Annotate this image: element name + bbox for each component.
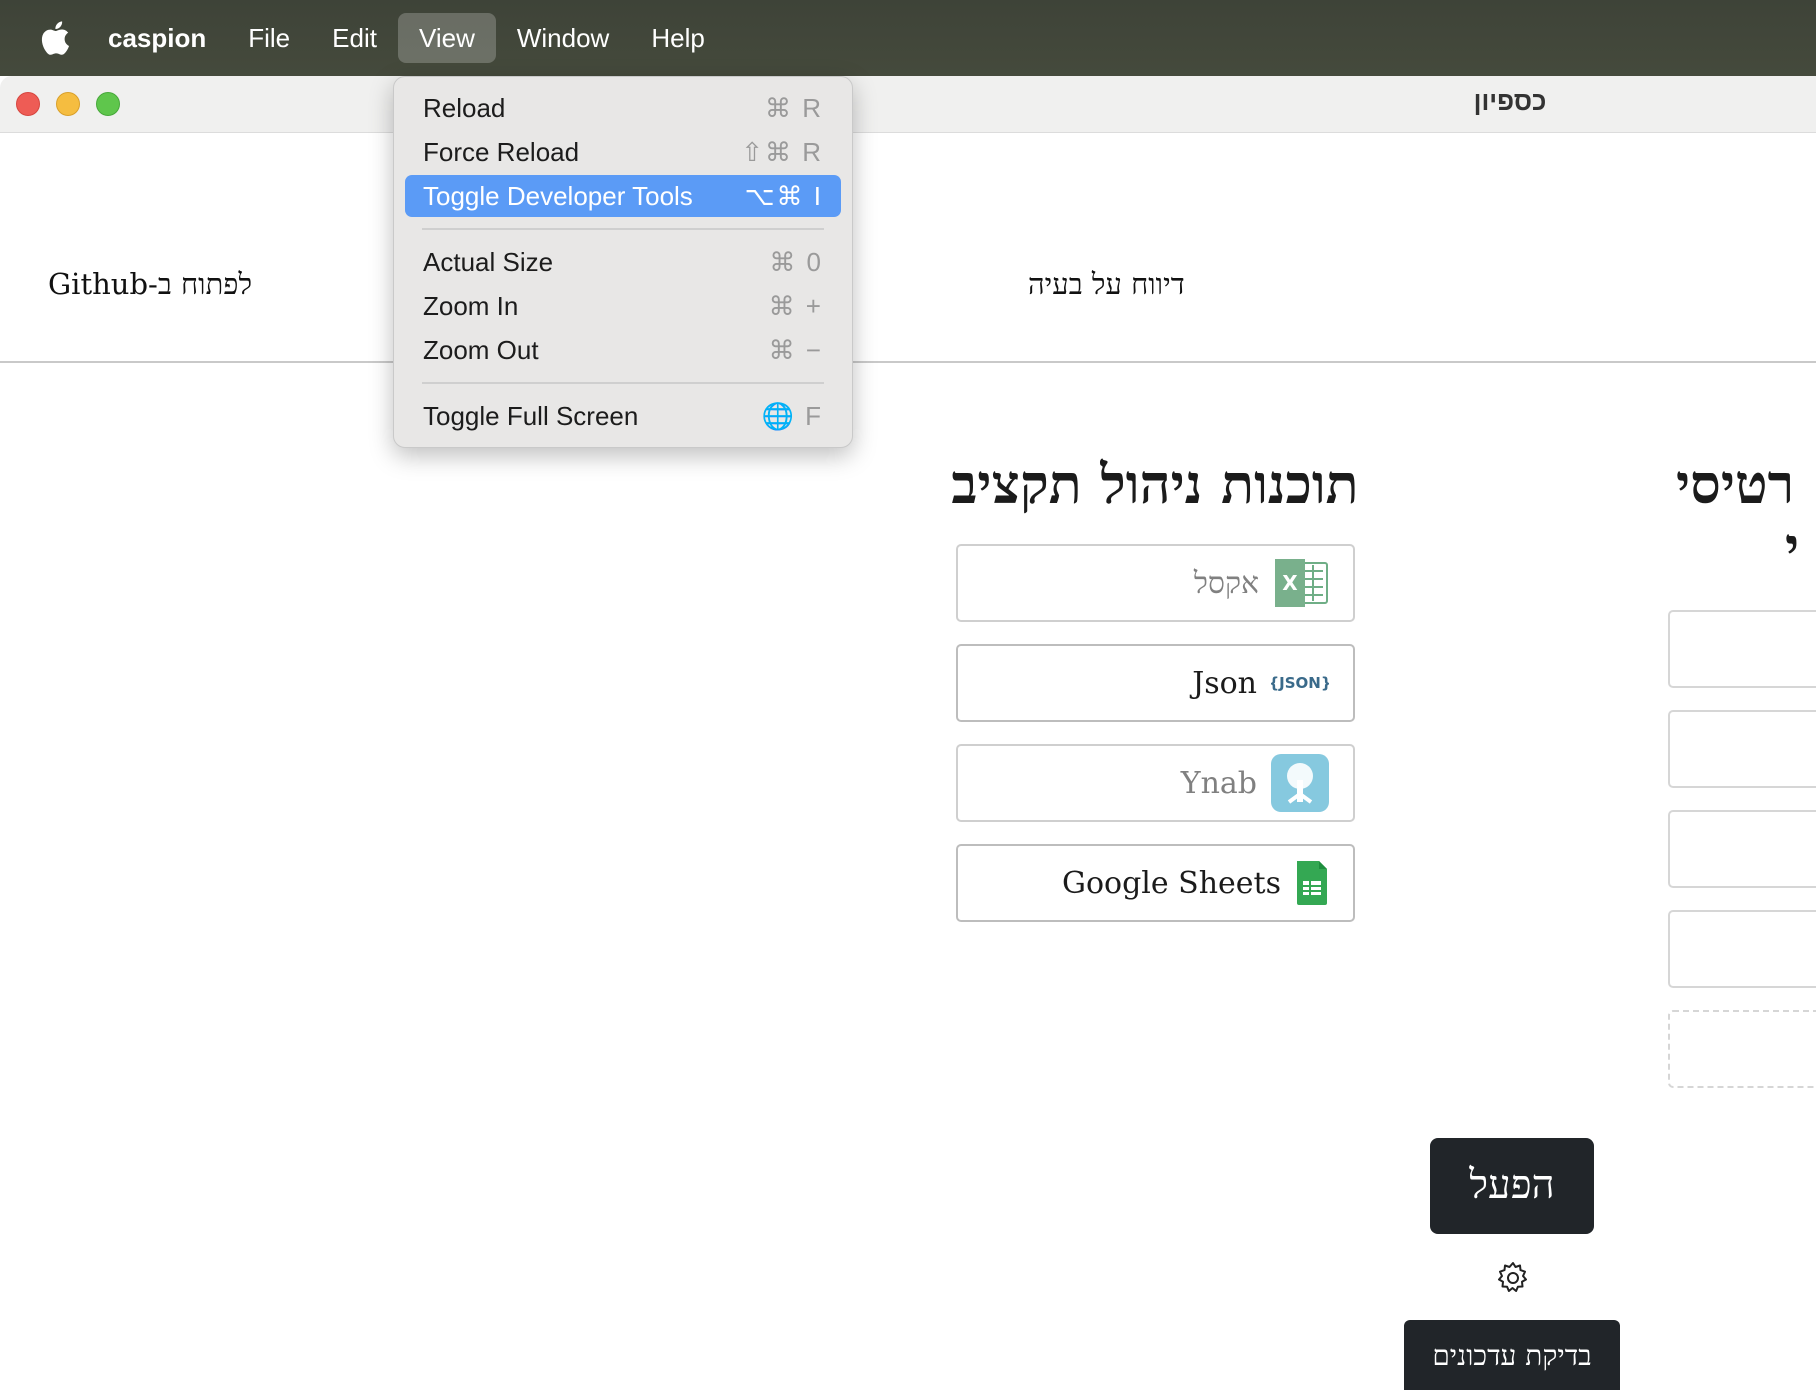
account-card[interactable] xyxy=(1668,610,1816,688)
accounts-title: רטיסי xyxy=(1676,452,1795,516)
check-updates-button[interactable]: בדיקת עדכונים xyxy=(1404,1320,1620,1390)
apple-logo-icon[interactable] xyxy=(40,21,70,55)
open-github-link[interactable]: לפתוח ב-Github xyxy=(48,267,252,302)
menu-separator xyxy=(422,228,824,230)
menu-item-shortcut: ⌥⌘ I xyxy=(744,181,823,211)
exporter-option-excel[interactable]: אקסל X xyxy=(956,544,1355,622)
menu-item-shortcut: 🌐 F xyxy=(761,401,823,431)
menu-item-label: Toggle Developer Tools xyxy=(423,181,693,211)
menu-file[interactable]: File xyxy=(227,13,311,63)
budget-software-title: תוכנות ניהול תקציב xyxy=(951,452,1359,516)
top-navigation: לפתוח ב-Github דיווח על בעיה xyxy=(0,133,1816,363)
view-menu-dropdown: Reload ⌘ R Force Reload ⇧⌘ R Toggle Deve… xyxy=(393,76,853,448)
menu-help[interactable]: Help xyxy=(630,13,725,63)
menu-item-label: Zoom Out xyxy=(423,335,539,365)
menu-item-reload[interactable]: Reload ⌘ R xyxy=(405,87,841,129)
excel-icon: X xyxy=(1273,557,1329,609)
menu-item-shortcut: ⌘ − xyxy=(768,335,823,365)
menu-item-label: Toggle Full Screen xyxy=(423,401,639,431)
exporter-label: אקסל xyxy=(1193,565,1259,601)
exporter-label: Json xyxy=(1192,665,1257,701)
ynab-icon xyxy=(1271,754,1329,812)
menu-item-shortcut: ⇧⌘ R xyxy=(741,137,823,167)
menu-app-caspion[interactable]: caspion xyxy=(108,13,227,63)
add-account-card[interactable] xyxy=(1668,1010,1816,1088)
exporter-label: Ynab xyxy=(1180,765,1257,801)
menu-item-label: Actual Size xyxy=(423,247,554,277)
exporter-option-json[interactable]: Json {JSON} xyxy=(956,644,1355,722)
svg-text:{JSON}: {JSON} xyxy=(1271,674,1329,692)
menu-item-zoom-out[interactable]: Zoom Out ⌘ − xyxy=(405,329,841,371)
google-sheets-icon xyxy=(1295,861,1329,905)
menu-item-shortcut: ⌘ 0 xyxy=(769,247,823,277)
menu-item-shortcut: ⌘ + xyxy=(768,291,823,321)
svg-text:X: X xyxy=(1282,571,1298,595)
menu-item-label: Reload xyxy=(423,93,506,123)
menu-item-shortcut: ⌘ R xyxy=(765,93,823,123)
account-card[interactable] xyxy=(1668,810,1816,888)
accounts-title-line2: י xyxy=(1785,515,1800,579)
menu-separator xyxy=(422,382,824,384)
menu-item-label: Force Reload xyxy=(423,137,580,167)
json-icon: {JSON} xyxy=(1271,670,1329,696)
menu-item-label: Zoom In xyxy=(423,291,519,321)
menu-item-zoom-in[interactable]: Zoom In ⌘ + xyxy=(405,285,841,327)
menu-item-actual-size[interactable]: Actual Size ⌘ 0 xyxy=(405,241,841,283)
run-button[interactable]: הפעל xyxy=(1430,1138,1594,1234)
window-title: כספיון xyxy=(1473,86,1547,116)
exporter-option-google-sheets[interactable]: Google Sheets xyxy=(956,844,1355,922)
title-bar: כספיון xyxy=(0,76,1816,133)
zoom-window-button[interactable] xyxy=(96,92,120,116)
close-window-button[interactable] xyxy=(16,92,40,116)
minimize-window-button[interactable] xyxy=(56,92,80,116)
report-issue-link[interactable]: דיווח על בעיה xyxy=(1028,267,1185,302)
menu-item-toggle-developer-tools[interactable]: Toggle Developer Tools ⌥⌘ I xyxy=(405,175,841,217)
account-card[interactable] xyxy=(1668,710,1816,788)
menu-view[interactable]: View xyxy=(397,13,496,63)
menu-bar: caspion File Edit View Window Help xyxy=(0,0,1816,76)
menu-window[interactable]: Window xyxy=(496,13,630,63)
menu-edit[interactable]: Edit xyxy=(311,13,398,63)
exporter-label: Google Sheets xyxy=(1061,865,1281,901)
menu-item-toggle-full-screen[interactable]: Toggle Full Screen 🌐 F xyxy=(405,395,841,437)
menu-item-force-reload[interactable]: Force Reload ⇧⌘ R xyxy=(405,131,841,173)
account-card[interactable] xyxy=(1668,910,1816,988)
exporter-option-ynab[interactable]: Ynab xyxy=(956,744,1355,822)
gear-icon[interactable] xyxy=(1496,1261,1530,1295)
